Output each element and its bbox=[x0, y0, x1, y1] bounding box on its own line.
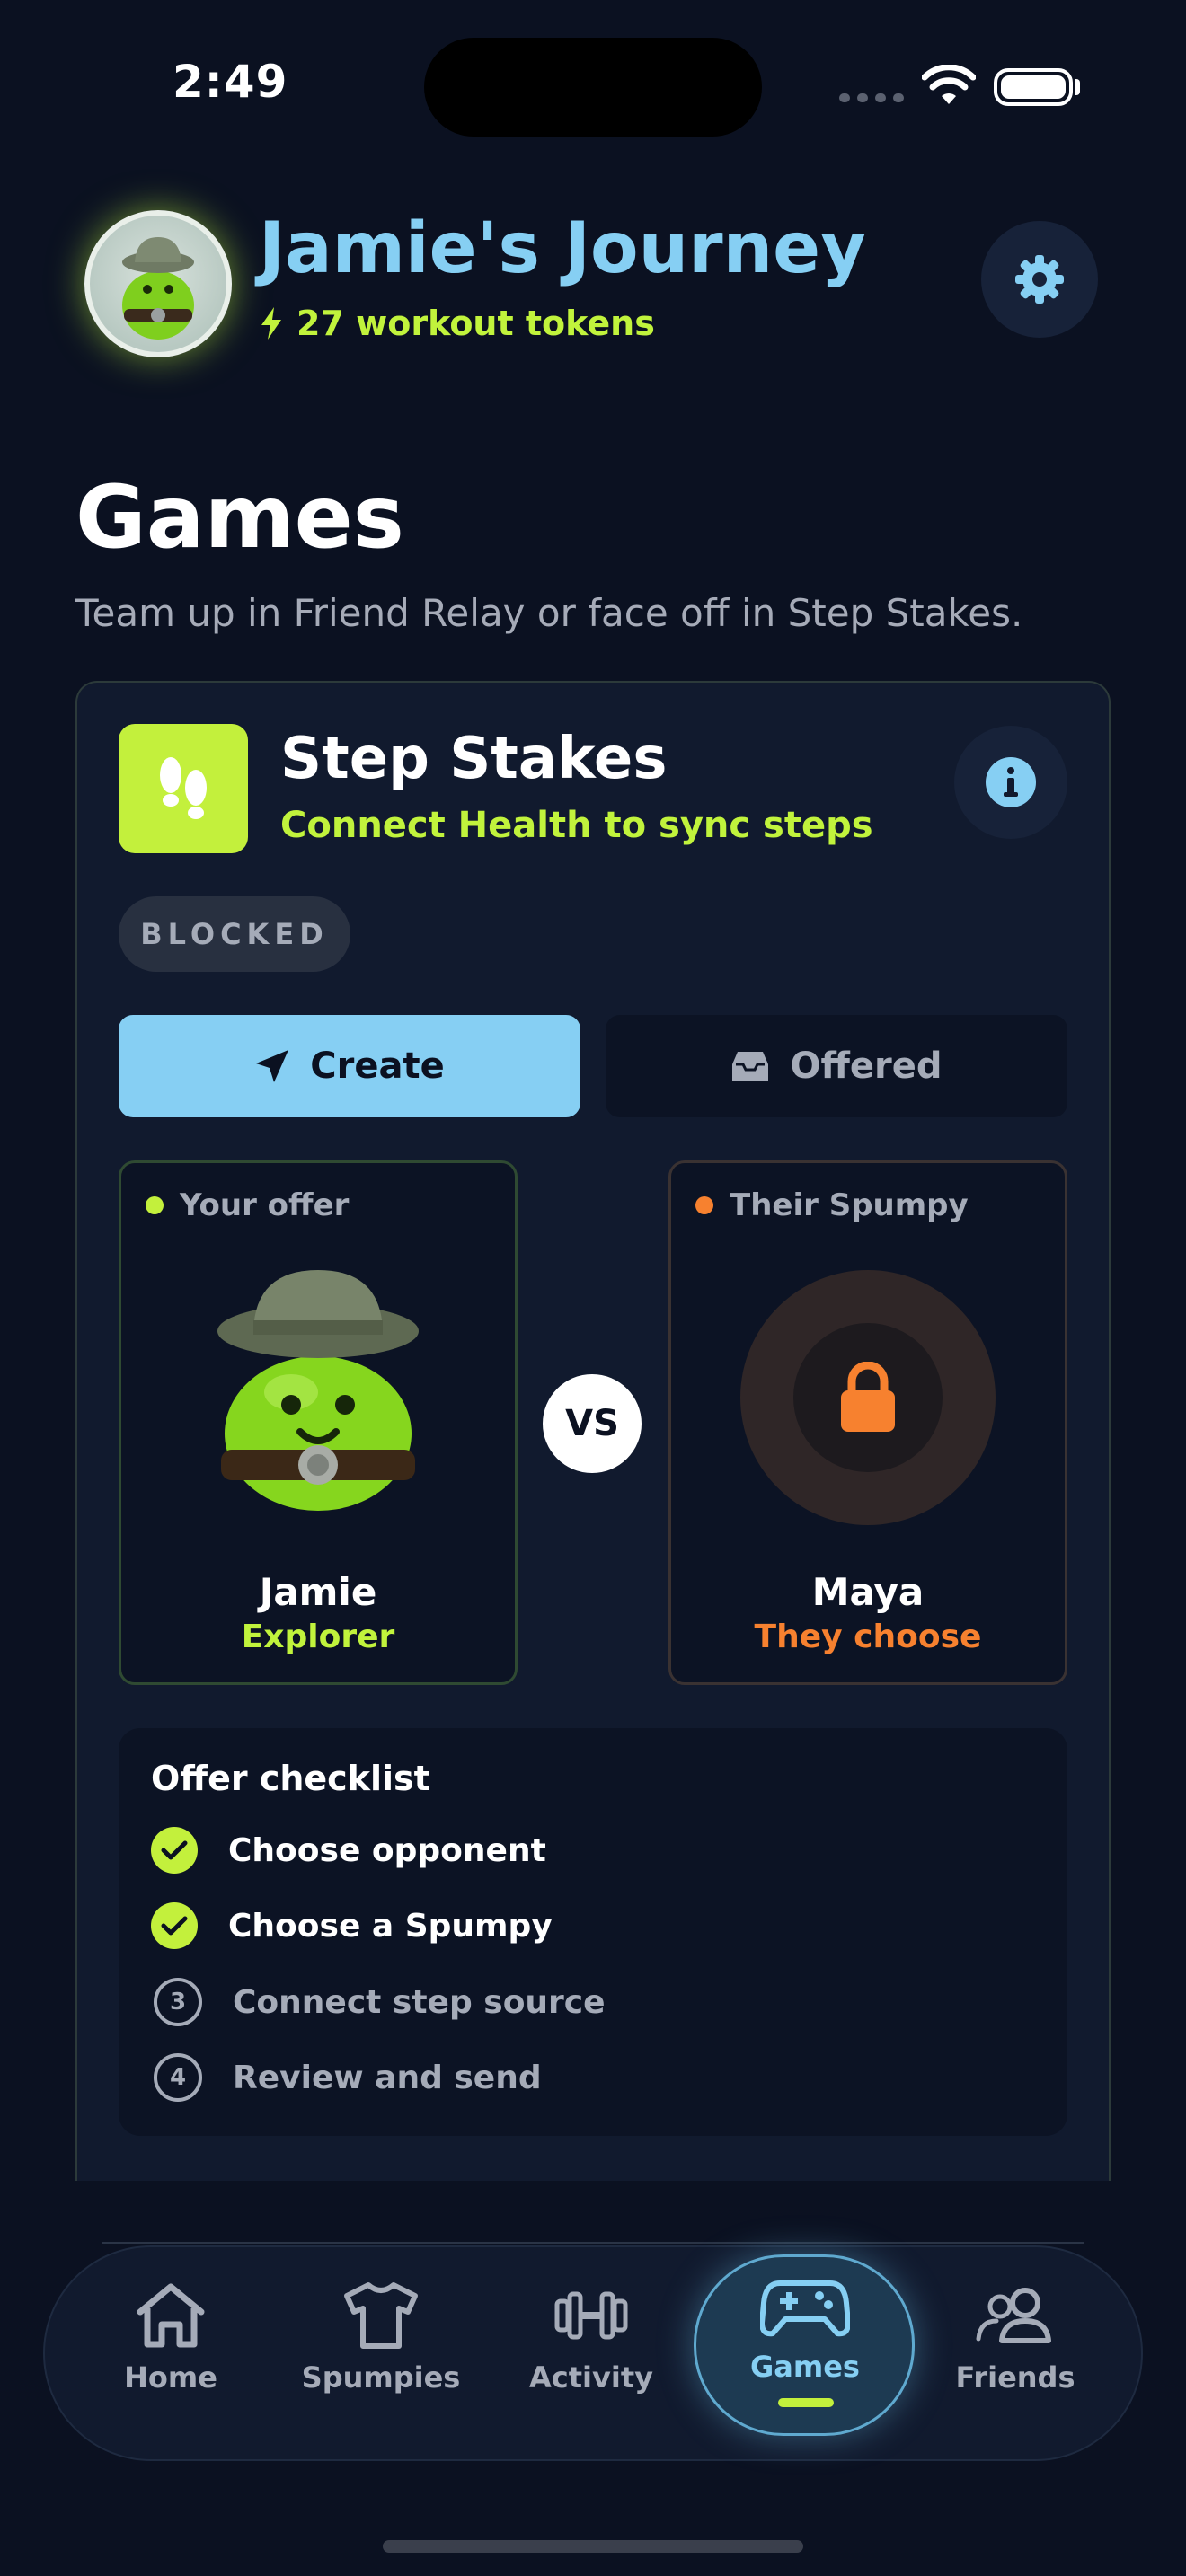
nav-home[interactable]: Home bbox=[72, 2281, 270, 2434]
their-spumpy-role: They choose bbox=[754, 1619, 982, 1655]
nav-friends[interactable]: Friends bbox=[916, 2281, 1114, 2434]
settings-button[interactable] bbox=[981, 221, 1098, 338]
active-tab-indicator bbox=[778, 2398, 834, 2407]
home-indicator[interactable] bbox=[383, 2540, 803, 2553]
checklist-item-label: Choose a Spumpy bbox=[228, 1907, 553, 1945]
gear-icon bbox=[1015, 255, 1064, 304]
nav-friends-label: Friends bbox=[955, 2360, 1075, 2395]
info-button[interactable] bbox=[954, 726, 1067, 839]
status-badge: BLOCKED bbox=[119, 896, 350, 972]
friends-icon bbox=[976, 2288, 1051, 2343]
inbox-icon bbox=[732, 1052, 769, 1081]
nav-activity-label: Activity bbox=[529, 2360, 653, 2395]
your-offer-role: Explorer bbox=[241, 1619, 395, 1655]
checklist-item: Choose a Spumpy bbox=[151, 1902, 553, 1949]
workout-tokens: 27 workout tokens bbox=[259, 304, 655, 343]
game-title: Step Stakes bbox=[280, 726, 668, 792]
nav-home-label: Home bbox=[124, 2360, 217, 2395]
your-offer-label: Your offer bbox=[146, 1187, 349, 1223]
tab-offered-label: Offered bbox=[790, 1045, 943, 1087]
check-icon bbox=[151, 1902, 198, 1949]
shirt-icon bbox=[344, 2282, 418, 2349]
game-subtitle[interactable]: Connect Health to sync steps bbox=[280, 805, 873, 846]
checklist-item: 4 Review and send bbox=[154, 2053, 542, 2102]
page-subtitle: Team up in Friend Relay or face off in S… bbox=[75, 591, 1023, 635]
tab-create[interactable]: Create bbox=[119, 1015, 580, 1117]
spumpy-avatar-icon bbox=[122, 237, 194, 340]
nav-activity[interactable]: Activity bbox=[492, 2281, 690, 2434]
tab-bar-divider bbox=[102, 2242, 1084, 2244]
checklist-item: Choose opponent bbox=[151, 1827, 546, 1874]
cellular-signal-icon bbox=[839, 93, 904, 102]
home-icon bbox=[137, 2283, 205, 2348]
checklist-item-label: Connect step source bbox=[233, 1983, 606, 2021]
their-spumpy-label: Their Spumpy bbox=[695, 1187, 969, 1223]
info-icon bbox=[986, 757, 1036, 807]
wifi-icon bbox=[922, 65, 976, 104]
checklist-title: Offer checklist bbox=[151, 1759, 430, 1798]
tab-create-label: Create bbox=[310, 1045, 445, 1087]
their-spumpy-name: Maya bbox=[811, 1570, 925, 1614]
checklist-item: 3 Connect step source bbox=[154, 1978, 606, 2026]
lock-icon bbox=[841, 1362, 895, 1432]
your-offer-name: Jamie bbox=[259, 1570, 377, 1614]
orange-dot-icon bbox=[695, 1196, 713, 1214]
avatar[interactable] bbox=[84, 210, 232, 357]
dumbbell-icon bbox=[554, 2291, 628, 2340]
your-offer-label-text: Your offer bbox=[180, 1187, 350, 1223]
step-number-icon: 4 bbox=[154, 2053, 202, 2102]
locked-spumpy bbox=[740, 1270, 996, 1525]
status-time: 2:49 bbox=[173, 56, 288, 108]
lime-dot-icon bbox=[146, 1196, 164, 1214]
step-number-icon: 3 bbox=[154, 1978, 202, 2026]
check-icon bbox=[151, 1827, 198, 1874]
tab-offered[interactable]: Offered bbox=[606, 1015, 1067, 1117]
their-spumpy-label-text: Their Spumpy bbox=[730, 1187, 969, 1223]
battery-icon bbox=[994, 68, 1073, 106]
journey-title: Jamie's Journey bbox=[259, 208, 866, 289]
spumpy-explorer-icon bbox=[217, 1270, 419, 1511]
paper-plane-icon bbox=[256, 1050, 289, 1082]
dynamic-island bbox=[424, 38, 762, 137]
footprints-icon bbox=[119, 724, 248, 853]
nav-games-label: Games bbox=[750, 2350, 860, 2384]
workout-tokens-label: 27 workout tokens bbox=[296, 304, 655, 343]
nav-spumpies-label: Spumpies bbox=[301, 2360, 461, 2395]
page-title: Games bbox=[75, 467, 404, 568]
battery-cap bbox=[1075, 79, 1080, 95]
vs-badge: VS bbox=[543, 1374, 642, 1473]
checklist-item-label: Choose opponent bbox=[228, 1831, 546, 1869]
checklist-item-label: Review and send bbox=[233, 2059, 542, 2096]
nav-spumpies[interactable]: Spumpies bbox=[282, 2281, 480, 2434]
lightning-icon bbox=[261, 307, 281, 340]
gamepad-icon bbox=[760, 2280, 850, 2337]
